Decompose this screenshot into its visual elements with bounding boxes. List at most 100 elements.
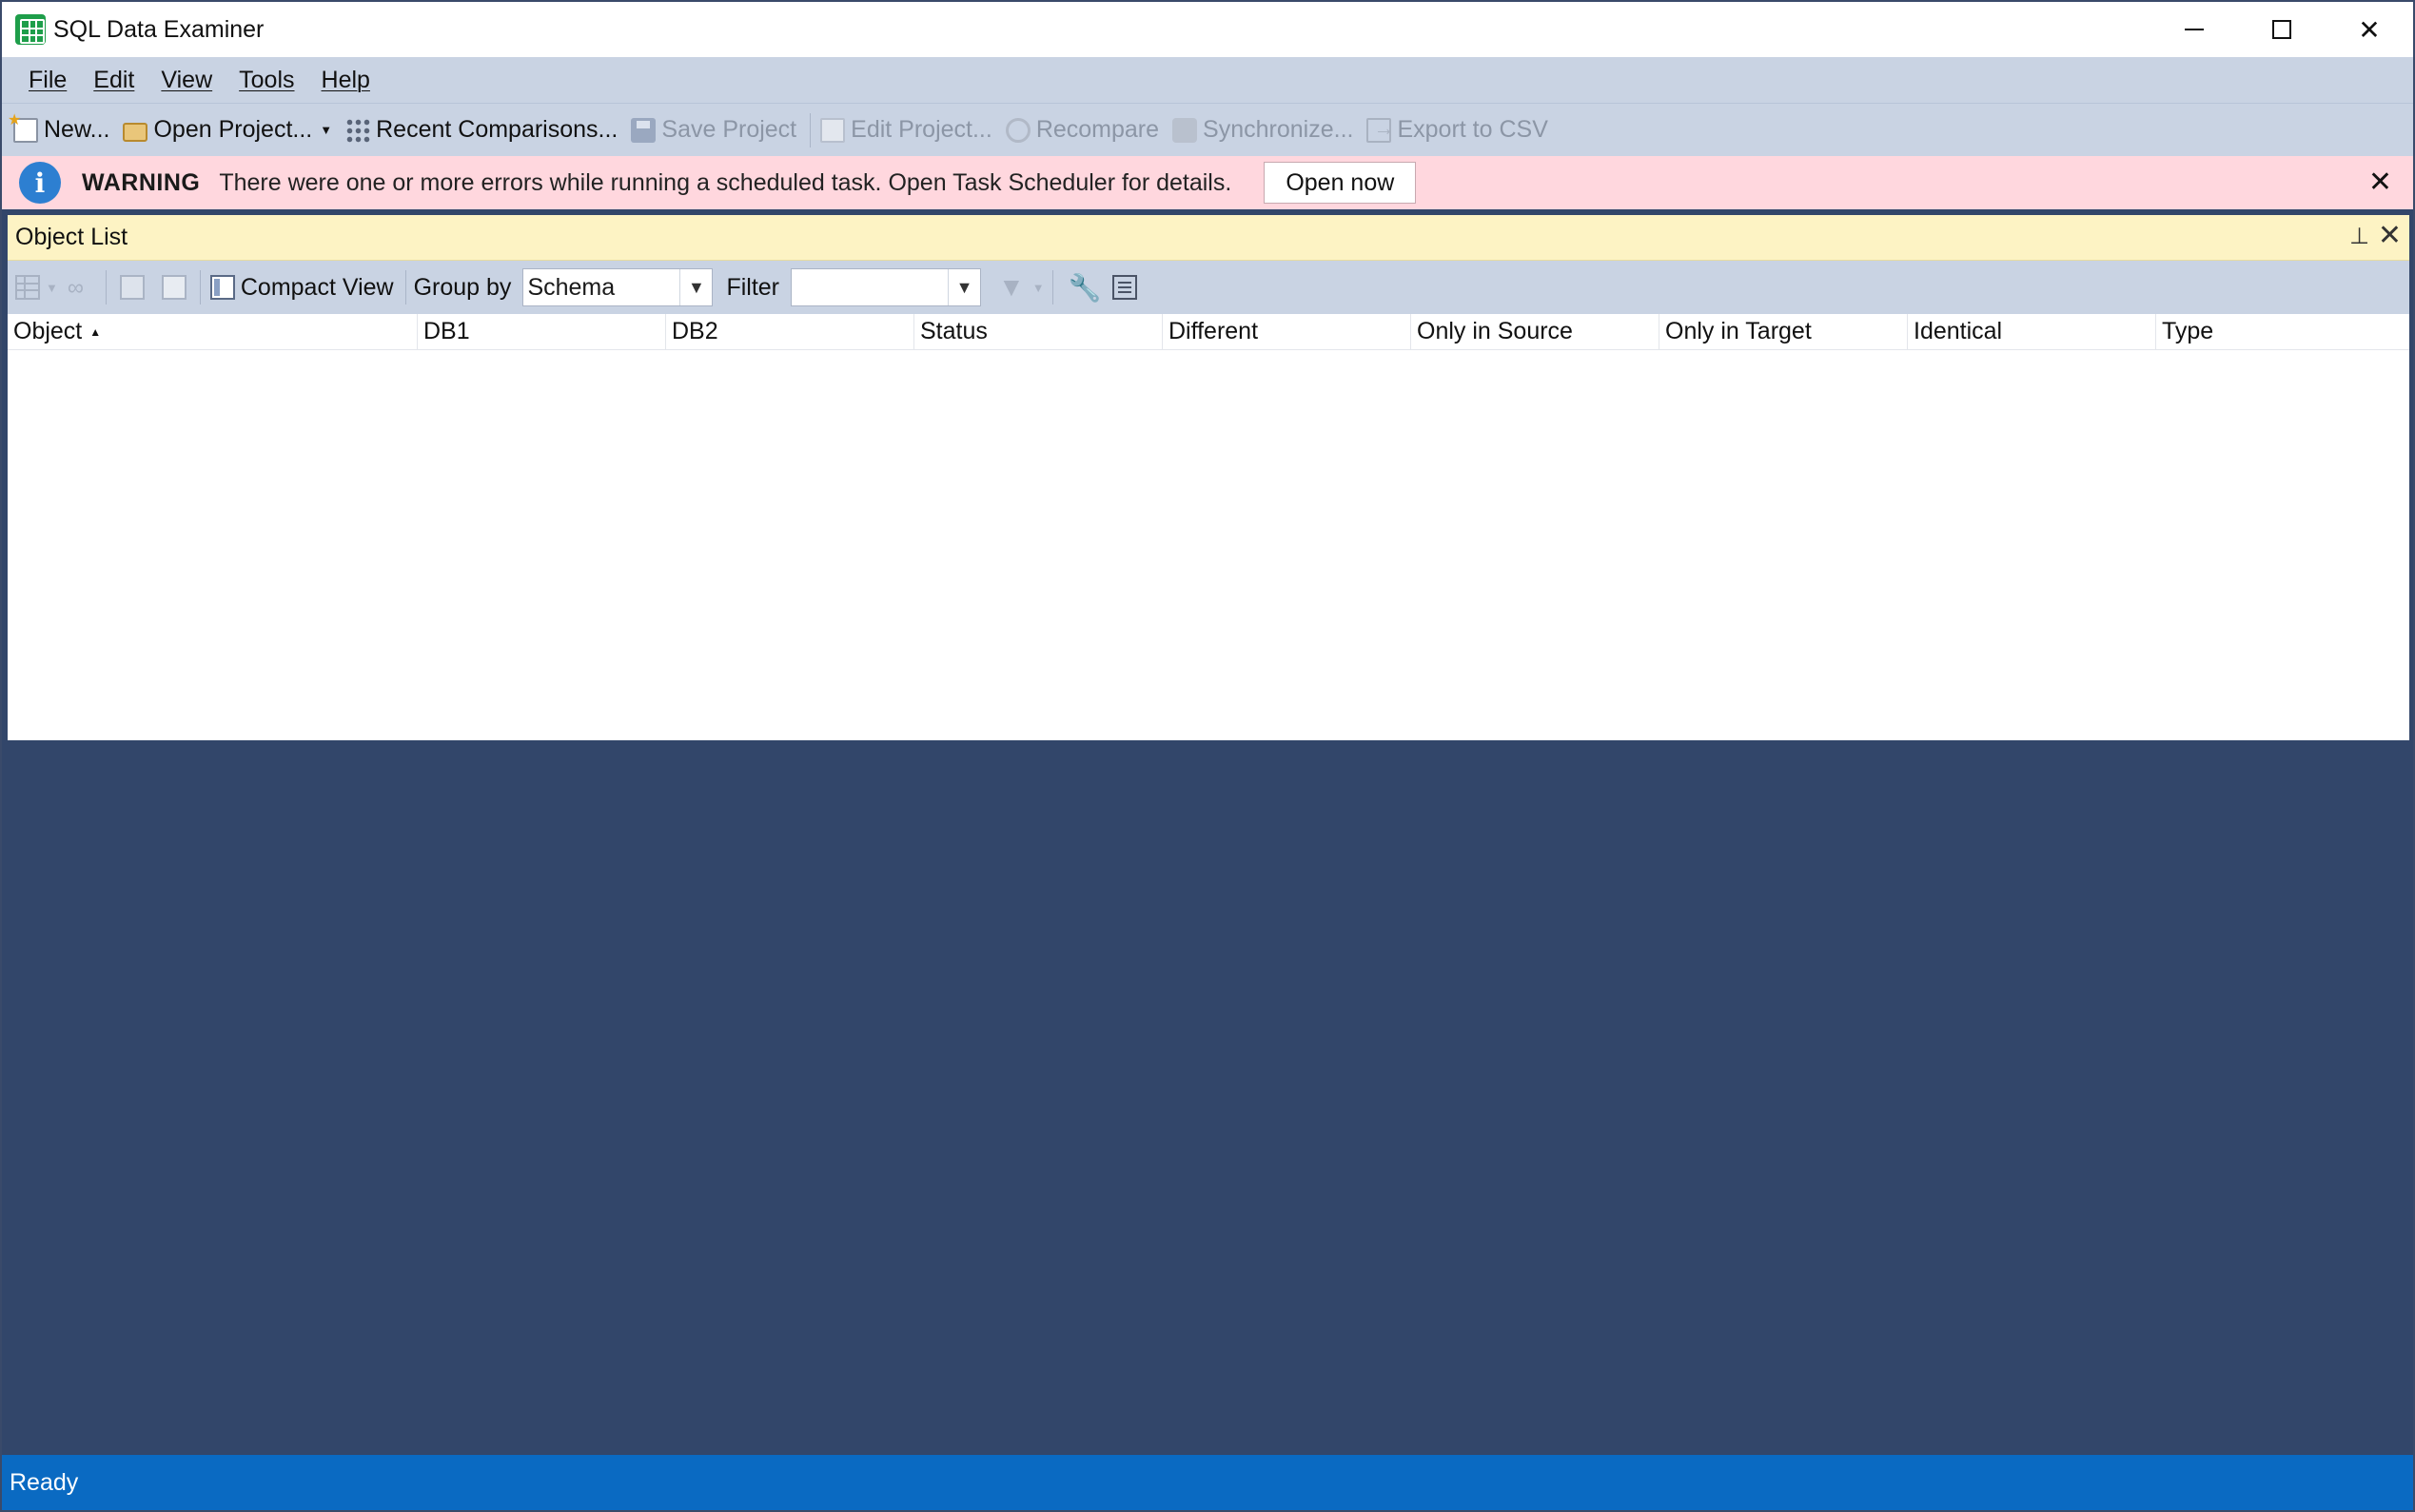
- window-controls: ✕: [2150, 2, 2413, 57]
- group-by-select[interactable]: Schema ▼: [522, 268, 714, 306]
- toolbar-separator: [1051, 270, 1053, 304]
- funnel-icon[interactable]: ▼: [998, 272, 1025, 303]
- chevron-down-icon[interactable]: ▼: [948, 269, 980, 305]
- list-icon[interactable]: [1112, 275, 1138, 300]
- group-by-label: Group by: [413, 273, 512, 301]
- column-label: Type: [2162, 318, 2214, 344]
- object-list-header: Object List ⊥ ✕: [8, 215, 2409, 261]
- title-bar: SQL Data Examiner ✕: [2, 2, 2413, 57]
- maximize-button[interactable]: [2238, 2, 2326, 57]
- main-toolbar: New... Open Project... ▼ Recent Comparis…: [2, 103, 2413, 156]
- new-button[interactable]: New...: [8, 110, 110, 144]
- column-header-only-in-target[interactable]: Only in Target: [1659, 313, 1907, 350]
- column-label: Object: [13, 318, 83, 344]
- menu-view[interactable]: View: [161, 67, 212, 94]
- export-csv-button[interactable]: Export to CSV: [1366, 116, 1548, 144]
- export-icon: [1366, 116, 1394, 143]
- object-list-title: Object List: [15, 224, 128, 250]
- edit-project-label: Edit Project...: [851, 116, 992, 143]
- synchronize-label: Synchronize...: [1203, 116, 1354, 143]
- warning-message: There were one or more errors while runn…: [219, 168, 1232, 196]
- column-header-db2[interactable]: DB2: [665, 313, 913, 350]
- app-window: SQL Data Examiner ✕ File Edit View Tools…: [0, 0, 2415, 1512]
- menu-file[interactable]: File: [29, 67, 67, 94]
- uncheck-all-icon[interactable]: [161, 275, 187, 300]
- column-label: Identical: [1914, 318, 2003, 344]
- open-folder-icon: [123, 122, 148, 142]
- column-label: Status: [920, 318, 988, 344]
- column-label: Only in Source: [1417, 318, 1573, 344]
- toolbar-separator: [810, 112, 812, 147]
- menu-bar: File Edit View Tools Help: [2, 57, 2413, 103]
- column-header-db1[interactable]: DB1: [417, 313, 665, 350]
- object-list-toolbar: ▼ ∞ Compact View Group by Schema ▼ Filte…: [8, 261, 2409, 314]
- column-label: DB2: [672, 318, 718, 344]
- open-project-label: Open Project...: [153, 116, 313, 143]
- column-header-status[interactable]: Status: [913, 313, 1162, 350]
- recent-grid-icon: [345, 117, 371, 143]
- menu-edit[interactable]: Edit: [93, 67, 134, 94]
- minimize-icon: [2185, 29, 2204, 30]
- chevron-down-icon[interactable]: ▼: [1032, 281, 1045, 295]
- close-button[interactable]: ✕: [2326, 2, 2413, 57]
- menu-tools[interactable]: Tools: [239, 67, 294, 94]
- pin-icon[interactable]: ⊥: [2349, 223, 2369, 250]
- column-header-only-in-source[interactable]: Only in Source: [1410, 313, 1659, 350]
- save-project-label: Save Project: [661, 116, 797, 143]
- toolbar-separator: [404, 270, 406, 304]
- open-project-button[interactable]: Open Project... ▼: [123, 116, 332, 144]
- sort-ascending-icon: ▲: [89, 324, 102, 339]
- open-now-button[interactable]: Open now: [1264, 162, 1417, 204]
- warning-title: WARNING: [82, 168, 201, 196]
- app-title: SQL Data Examiner: [53, 15, 265, 43]
- recent-comparisons-label: Recent Comparisons...: [376, 116, 618, 143]
- maximize-icon: [2272, 20, 2291, 39]
- link-icon[interactable]: ∞: [68, 275, 96, 301]
- grid-header: Object ▲ DB1 DB2 Status Different Only i…: [8, 313, 2409, 350]
- warning-banner: i WARNING There were one or more errors …: [2, 156, 2413, 209]
- wrench-icon[interactable]: 🔧: [1069, 272, 1102, 304]
- export-csv-label: Export to CSV: [1397, 116, 1548, 143]
- status-text: Ready: [10, 1468, 79, 1496]
- save-project-button[interactable]: Save Project: [631, 116, 796, 144]
- filter-select[interactable]: ▼: [791, 268, 981, 306]
- compact-view-icon[interactable]: [209, 275, 235, 300]
- close-icon: ✕: [2358, 14, 2381, 45]
- synchronize-icon: [1172, 117, 1198, 143]
- chevron-down-icon[interactable]: ▼: [46, 281, 58, 295]
- check-all-icon[interactable]: [119, 275, 145, 300]
- filter-label: Filter: [726, 273, 779, 301]
- menu-help[interactable]: Help: [322, 67, 370, 94]
- status-bar: Ready: [2, 1455, 2413, 1510]
- synchronize-button[interactable]: Synchronize...: [1172, 116, 1353, 144]
- new-button-label: New...: [44, 116, 110, 143]
- object-list-panel: Object List ⊥ ✕ ▼ ∞ Compact View Group b…: [8, 215, 2409, 740]
- minimize-button[interactable]: [2150, 2, 2238, 57]
- recent-comparisons-button[interactable]: Recent Comparisons...: [345, 116, 618, 144]
- chevron-down-icon[interactable]: ▼: [320, 123, 332, 137]
- group-by-value: Schema: [527, 273, 616, 301]
- object-grid-body[interactable]: [8, 350, 2409, 731]
- column-label: Different: [1168, 318, 1259, 344]
- compact-view-button[interactable]: Compact View: [241, 274, 394, 302]
- column-header-different[interactable]: Different: [1162, 313, 1410, 350]
- warning-close-icon[interactable]: ✕: [2368, 166, 2392, 199]
- column-label: DB1: [423, 318, 470, 344]
- recompare-label: Recompare: [1035, 116, 1160, 143]
- edit-project-button[interactable]: Edit Project...: [820, 116, 992, 144]
- column-header-type[interactable]: Type: [2155, 313, 2404, 350]
- toolbar-separator: [199, 270, 201, 304]
- recompare-button[interactable]: Recompare: [1005, 116, 1160, 144]
- app-grid-icon: [15, 14, 46, 45]
- chevron-down-icon[interactable]: ▼: [679, 269, 712, 305]
- refresh-icon: [1005, 117, 1031, 143]
- panel-close-icon[interactable]: ✕: [2378, 219, 2402, 252]
- column-header-identical[interactable]: Identical: [1907, 313, 2155, 350]
- column-label: Only in Target: [1665, 318, 1812, 344]
- edit-document-icon: [820, 117, 846, 143]
- new-document-icon: [8, 110, 38, 143]
- toolbar-separator: [105, 270, 107, 304]
- info-icon: i: [19, 162, 61, 204]
- column-header-object[interactable]: Object ▲: [8, 314, 417, 350]
- table-view-icon[interactable]: [15, 275, 40, 300]
